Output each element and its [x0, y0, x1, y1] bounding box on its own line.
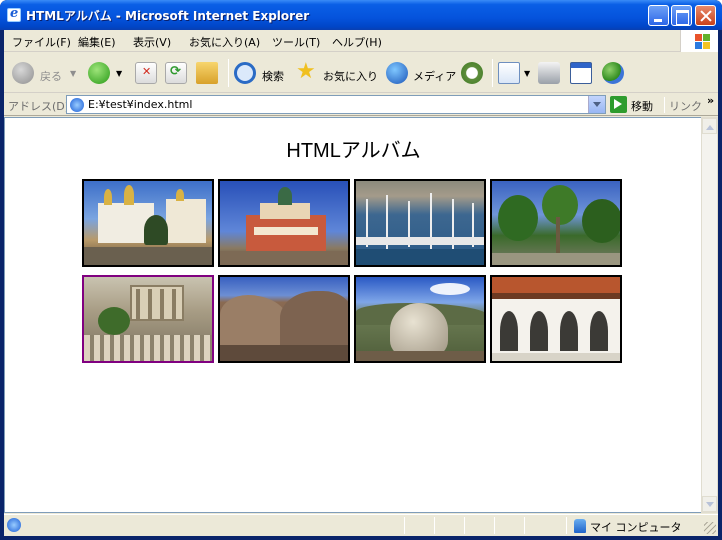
my-computer-icon: [574, 519, 586, 533]
browser-window: HTMLアルバム - Microsoft Internet Explorer フ…: [0, 0, 722, 540]
printer-icon: [538, 62, 560, 84]
browser-frame: ファイル(F) 編集(E) 表示(V) お気に入り(A) ツール(T) ヘルプ(…: [4, 30, 718, 536]
menu-favorites[interactable]: お気に入り(A): [189, 34, 260, 50]
zone-label: マイ コンピュータ: [590, 521, 682, 534]
refresh-glyph: ⟳: [170, 64, 181, 79]
address-bar: アドレス(D) E:¥test¥index.html 移動 リンク »: [4, 94, 718, 116]
status-separator: [434, 517, 435, 534]
forward-button[interactable]: ▼: [88, 59, 128, 87]
mail-envelope-icon: [498, 62, 520, 84]
messenger-button[interactable]: [600, 59, 628, 87]
menu-view[interactable]: 表示(V): [133, 34, 171, 50]
stop-x-glyph: ✕: [142, 65, 152, 78]
mail-button[interactable]: ▼: [498, 59, 534, 87]
minimize-button[interactable]: [648, 5, 669, 26]
thumb-kremlin-cathedrals[interactable]: [82, 179, 214, 267]
search-button[interactable]: 検索: [234, 59, 292, 87]
status-bar: マイ コンピュータ: [4, 514, 718, 536]
address-dropdown-icon[interactable]: [588, 96, 605, 113]
menu-bar: ファイル(F) 編集(E) 表示(V) お気に入り(A) ツール(T) ヘルプ(…: [4, 30, 718, 52]
history-button[interactable]: [460, 59, 486, 87]
page-content: HTMLアルバム: [4, 117, 701, 513]
refresh-button[interactable]: ⟳: [164, 59, 188, 87]
thumb-boulder-mountain[interactable]: [354, 275, 486, 363]
back-button[interactable]: 戻る: [10, 59, 72, 87]
back-label: 戻る: [40, 70, 62, 83]
back-history-dropdown[interactable]: ▼: [70, 59, 78, 87]
chevron-down-icon: ▼: [524, 69, 531, 78]
toolbar-separator: [492, 59, 493, 87]
back-arrow-icon: [12, 62, 34, 84]
scroll-down-icon[interactable]: [702, 496, 717, 512]
status-separator: [464, 517, 465, 534]
search-icon: [234, 62, 256, 84]
chevron-down-icon: ▼: [70, 69, 77, 78]
vertical-scrollbar[interactable]: [701, 117, 718, 513]
chevron-right-icon[interactable]: »: [707, 94, 714, 107]
edit-page-icon: [570, 62, 592, 84]
window-title: HTMLアルバム - Microsoft Internet Explorer: [26, 9, 310, 23]
stop-button[interactable]: ✕: [134, 59, 158, 87]
menu-file[interactable]: ファイル(F): [12, 34, 71, 50]
page-title: HTMLアルバム: [286, 140, 421, 162]
address-label: アドレス(D): [8, 100, 70, 113]
toolbar: 戻る ▼ ▼ ✕ ⟳ 検索 ★ お気に入り メディア ▼: [4, 53, 718, 93]
chevron-down-icon: ▼: [116, 69, 123, 78]
search-label: 検索: [262, 70, 284, 83]
messenger-people-icon: [602, 62, 624, 84]
windows-logo-icon: [680, 30, 718, 52]
thumb-ancient-ruins[interactable]: [82, 275, 214, 363]
close-button[interactable]: [695, 5, 716, 26]
maximize-button[interactable]: [671, 5, 692, 26]
links-separator: [664, 97, 665, 113]
go-button[interactable]: 移動: [631, 98, 653, 114]
go-arrow-icon[interactable]: [610, 96, 627, 113]
media-label: メディア: [413, 70, 457, 83]
scroll-up-icon[interactable]: [702, 118, 717, 134]
thumb-palm-garden[interactable]: [490, 179, 622, 267]
thumb-white-arcade[interactable]: [490, 275, 622, 363]
resize-grip-icon[interactable]: [704, 522, 716, 534]
title-bar[interactable]: HTMLアルバム - Microsoft Internet Explorer: [0, 0, 722, 30]
edit-button[interactable]: [568, 59, 596, 87]
status-separator: [566, 517, 567, 534]
page-icon: [70, 98, 84, 112]
thumb-harbor-boats[interactable]: [354, 179, 486, 267]
menu-edit[interactable]: 編集(E): [78, 34, 116, 50]
address-value: E:¥test¥index.html: [88, 98, 193, 111]
status-separator: [404, 517, 405, 534]
home-icon: [196, 62, 218, 84]
menu-help[interactable]: ヘルプ(H): [332, 34, 382, 50]
toolbar-separator: [228, 59, 229, 87]
page-icon: [7, 518, 21, 532]
thumb-rocky-valley[interactable]: [218, 275, 350, 363]
thumb-red-church[interactable]: [218, 179, 350, 267]
forward-arrow-icon: [88, 62, 110, 84]
media-globe-icon: [386, 62, 408, 84]
links-label[interactable]: リンク: [669, 98, 702, 114]
status-separator: [494, 517, 495, 534]
favorites-button[interactable]: ★ お気に入り: [296, 59, 378, 87]
media-button[interactable]: メディア: [386, 59, 457, 87]
home-button[interactable]: [194, 59, 220, 87]
address-input[interactable]: E:¥test¥index.html: [66, 95, 606, 114]
print-button[interactable]: [536, 59, 564, 87]
history-clock-icon: [461, 62, 483, 84]
ie-icon[interactable]: [7, 6, 21, 22]
status-separator: [524, 517, 525, 534]
favorites-label: お気に入り: [323, 70, 378, 83]
star-icon: ★: [296, 59, 316, 84]
menu-tools[interactable]: ツール(T): [272, 34, 320, 50]
